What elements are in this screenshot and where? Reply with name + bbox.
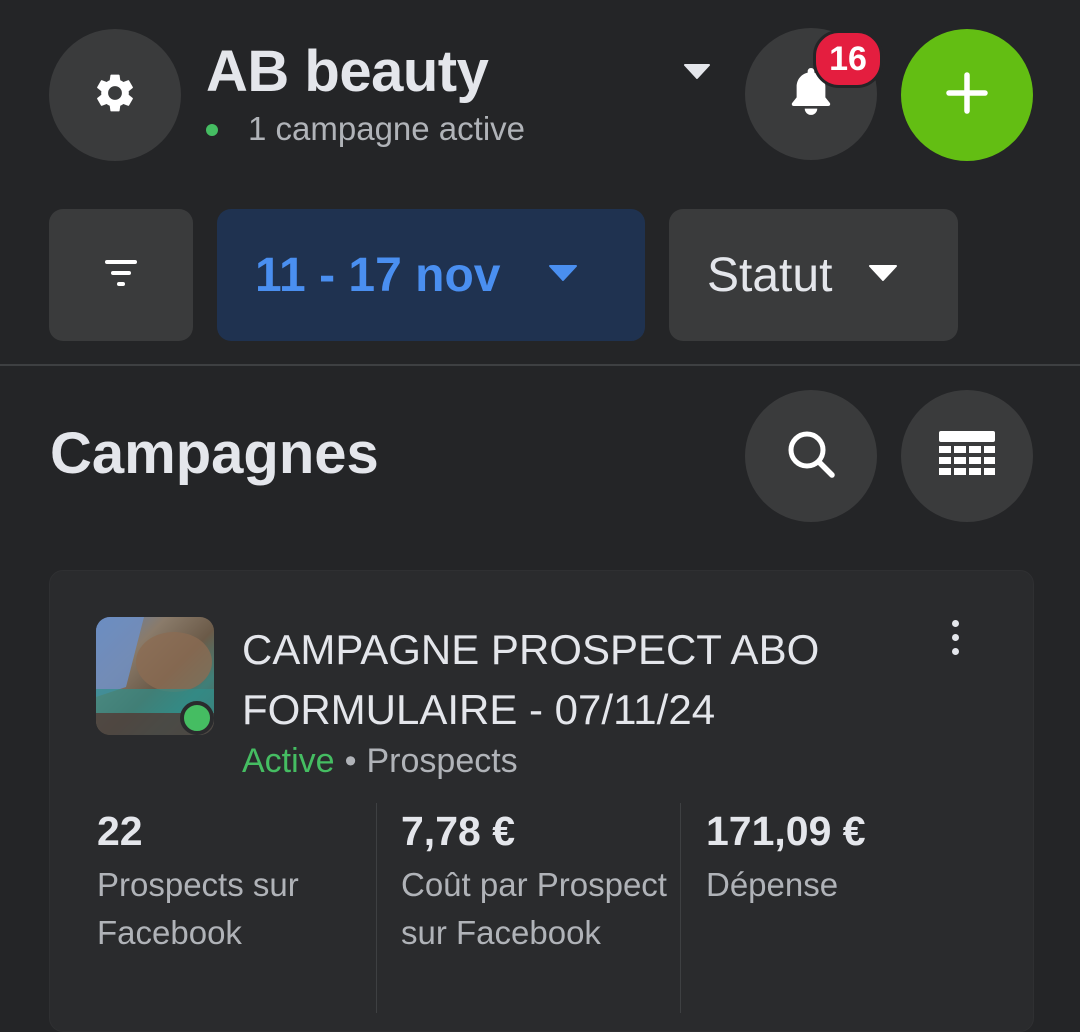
active-campaigns-status: 1 campagne active (248, 110, 526, 147)
create-campaign-button[interactable] (901, 29, 1033, 161)
chevron-down-icon (868, 264, 898, 287)
active-status-dot (206, 124, 218, 136)
metric-label: Coût par Prospect sur Facebook (401, 866, 667, 951)
metric-label: Dépense (706, 866, 839, 903)
meta-separator: • (344, 742, 357, 780)
section-title: Campagnes (50, 421, 379, 486)
chevron-down-icon (548, 264, 578, 287)
plus-icon (945, 71, 989, 120)
account-name[interactable]: AB beauty (206, 38, 489, 105)
campaign-status: Active (242, 742, 335, 780)
metric-label: Prospects sur Facebook (97, 866, 299, 951)
filter-button[interactable] (49, 209, 193, 341)
more-vertical-icon (951, 619, 959, 655)
settings-button[interactable] (49, 29, 181, 161)
date-range-label: 11 - 17 nov (255, 248, 501, 302)
campaign-objective: Prospects (366, 742, 518, 780)
metric-value: 7,78 € (401, 808, 515, 854)
status-filter-selector[interactable]: Statut (669, 209, 958, 341)
status-filter-label: Statut (707, 248, 833, 302)
search-icon (783, 426, 839, 487)
metric-value: 171,09 € (706, 808, 866, 854)
caret-down-icon[interactable] (684, 64, 710, 85)
metric-spend: 171,09 € Dépense (706, 808, 976, 909)
campaign-meta: Active • Prospects (242, 742, 518, 781)
search-button[interactable] (745, 390, 877, 522)
metric-divider (376, 803, 377, 1013)
metric-leads: 22 Prospects sur Facebook (97, 808, 367, 957)
table-columns-icon (938, 430, 996, 483)
date-range-selector[interactable]: 11 - 17 nov (217, 209, 645, 341)
section-divider (0, 364, 1080, 366)
metric-value: 22 (97, 808, 143, 854)
more-options-button[interactable] (933, 612, 977, 662)
notification-count-badge: 16 (813, 30, 883, 88)
metric-divider (680, 803, 681, 1013)
columns-button[interactable] (901, 390, 1033, 522)
campaign-name[interactable]: CAMPAGNE PROSPECT ABO FORMULAIRE - 07/11… (242, 620, 902, 740)
campaign-active-dot (180, 701, 214, 735)
metric-cost-per-lead: 7,78 € Coût par Prospect sur Facebook (401, 808, 671, 957)
filter-icon (103, 257, 139, 294)
gear-icon (92, 70, 138, 121)
